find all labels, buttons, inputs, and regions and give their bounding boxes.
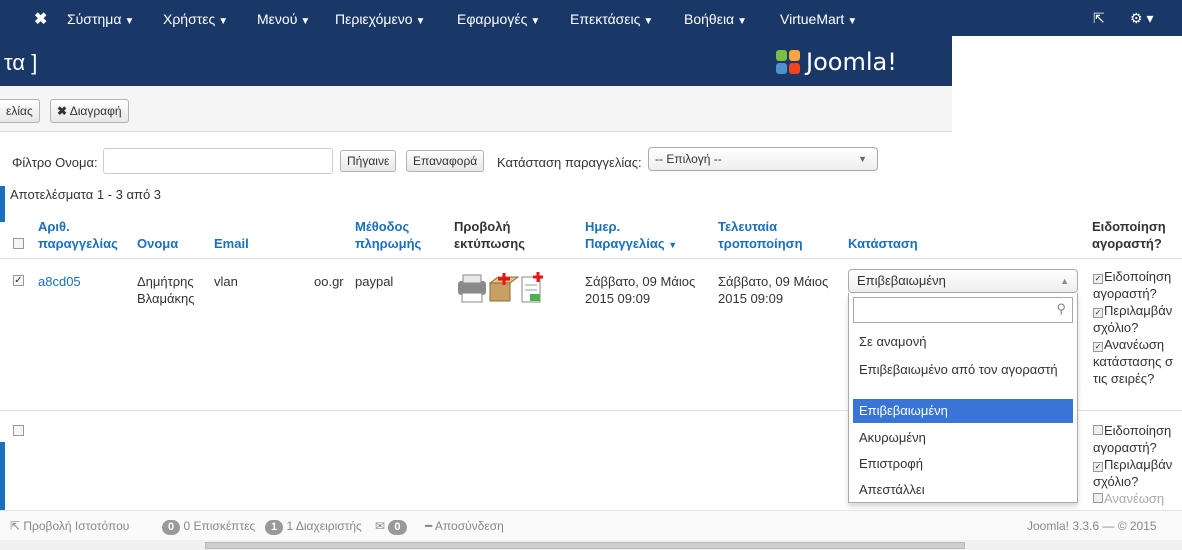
menu-system[interactable]: Σύστημα ▼ bbox=[67, 11, 134, 27]
horizontal-scrollbar[interactable] bbox=[0, 540, 1182, 550]
minus-icon: ━ bbox=[425, 519, 433, 533]
order-status-select[interactable]: Επιβεβαιωμένη ▲ bbox=[848, 269, 1078, 293]
notify-shopper-checkbox-2[interactable]: Ειδοποίηση bbox=[1093, 422, 1182, 439]
search-icon: ⚲ bbox=[1056, 301, 1066, 316]
update-lines-checkbox-2[interactable]: Ανανέωση bbox=[1093, 490, 1182, 507]
email-start: vlan bbox=[214, 274, 238, 289]
option-confirmed[interactable]: Επιβεβαιωμένη bbox=[853, 399, 1073, 423]
update-label-cont: κατάστασης σ bbox=[1093, 354, 1173, 369]
notify-options-row1: ✓ Ειδοποίηση αγοραστή? ✓ Περιλαμβάν σχόλιο… bbox=[1093, 268, 1182, 387]
messages[interactable]: ✉ 0 bbox=[375, 519, 407, 535]
filter-bar: Φίλτρο Ονομα: Πήγαινε Επαναφορά Κατάστασ… bbox=[0, 146, 952, 176]
option-shipped[interactable]: Απεστάλλει bbox=[853, 481, 1073, 498]
menu-menus[interactable]: Μενού ▼ bbox=[257, 11, 310, 27]
col-order-date[interactable]: Ημερ. Παραγγελίας ▼ bbox=[585, 218, 685, 254]
comment-label-cont-2: σχόλιο? bbox=[1093, 474, 1139, 489]
row-divider-right bbox=[1078, 410, 1182, 411]
option-confirmed-by-shopper[interactable]: Επιβεβαιωμένο από τον αγοραστή bbox=[853, 361, 1073, 378]
scrollbar-thumb[interactable] bbox=[205, 542, 965, 549]
toolbar: ελίας ✖ Διαγραφή bbox=[0, 86, 952, 132]
col-name[interactable]: Ονομα bbox=[137, 235, 178, 252]
include-comment-checkbox[interactable]: ✓ Περιλαμβάν bbox=[1093, 302, 1182, 319]
row-checkbox-2[interactable] bbox=[13, 425, 24, 436]
payment-method: paypal bbox=[355, 274, 394, 289]
external-link-icon[interactable]: ⇱ bbox=[1093, 10, 1105, 27]
name-filter-label: Φίλτρο Ονομα: bbox=[12, 155, 98, 170]
col-payment[interactable]: Μέθοδος πληρωμής bbox=[355, 218, 435, 252]
reset-button[interactable]: Επαναφορά bbox=[406, 150, 485, 172]
order-date: Σάββατο, 09 Μάιος 2015 09:09 bbox=[585, 274, 696, 306]
col-last-modified[interactable]: Τελευταία τροποποίηση bbox=[718, 218, 818, 252]
update-lines-checkbox[interactable]: ✓ Ανανέωση bbox=[1093, 336, 1182, 353]
mail-icon: ✉ bbox=[375, 519, 386, 533]
menu-components[interactable]: Εφαρμογές ▼ bbox=[457, 11, 540, 27]
notify-shopper-checkbox[interactable]: ✓ Ειδοποίηση bbox=[1093, 268, 1182, 285]
include-comment-checkbox-2[interactable]: ✓ Περιλαμβάν bbox=[1093, 456, 1182, 473]
option-pending[interactable]: Σε αναμονή bbox=[853, 333, 1073, 350]
header-divider bbox=[0, 258, 1182, 259]
option-refunded[interactable]: Επιστροφή bbox=[853, 455, 1073, 472]
col-email[interactable]: Email bbox=[214, 235, 249, 252]
status-filter-select[interactable]: -- Επιλογή -- ▼ bbox=[648, 147, 878, 171]
results-count: Αποτελέσματα 1 - 3 από 3 bbox=[10, 187, 162, 202]
page-header: τα ] Joomla! bbox=[0, 36, 952, 86]
notify-options-row2: Ειδοποίηση αγοραστή? ✓ Περιλαμβάν σχόλιο?… bbox=[1093, 422, 1182, 510]
top-navbar: ✖ Σύστημα ▼ Χρήστες ▼ Μενού ▼ Περιεχόμενο ▼ … bbox=[0, 0, 1182, 36]
row-divider bbox=[0, 410, 848, 411]
view-site-link[interactable]: ⇱ Προβολή Ιστοτόπου bbox=[10, 519, 129, 533]
status-filter-label: Κατάσταση παραγγελίας: bbox=[497, 155, 642, 170]
admins: 1 1 Διαχειριστής bbox=[265, 519, 362, 535]
joomla-menu-icon[interactable]: ✖ bbox=[34, 9, 47, 29]
menu-help[interactable]: Βοήθεια ▼ bbox=[684, 11, 747, 27]
customer-name: Δημήτρης Βλαμάκης bbox=[137, 274, 195, 306]
printer-package-invoice-icon[interactable] bbox=[456, 271, 546, 305]
name-filter-input[interactable] bbox=[103, 148, 333, 174]
gear-icon[interactable]: ⚙ ▾ bbox=[1130, 10, 1153, 27]
menu-virtuemart[interactable]: VirtueMart ▼ bbox=[780, 11, 857, 27]
left-accent bbox=[0, 186, 5, 222]
select-all-checkbox[interactable] bbox=[13, 238, 24, 249]
joomla-logo-icon bbox=[776, 50, 804, 74]
row-checkbox[interactable]: ✓ bbox=[13, 275, 24, 286]
version-info: Joomla! 3.3.6 — © 2015 bbox=[1027, 519, 1157, 533]
col-status[interactable]: Κατάσταση bbox=[848, 235, 918, 252]
status-dropdown: ⚲ Σε αναμονή Επιβεβαιωμένο από τον αγορα… bbox=[848, 293, 1078, 503]
comment-label-cont: σχόλιο? bbox=[1093, 320, 1139, 335]
col-order-number[interactable]: Αριθ. παραγγελίας bbox=[38, 218, 130, 252]
notify-label-cont-2: αγοραστή? bbox=[1093, 440, 1157, 455]
last-modified: Σάββατο, 09 Μάιος 2015 09:09 bbox=[718, 274, 829, 306]
page-title: τα ] bbox=[4, 50, 38, 75]
left-accent-2 bbox=[0, 442, 5, 512]
logout-link[interactable]: ━ Αποσύνδεση bbox=[425, 519, 504, 533]
joomla-logo: Joomla! bbox=[776, 48, 897, 76]
col-notify: Ειδοποίηση αγοραστή? bbox=[1092, 219, 1166, 251]
edit-button[interactable]: ελίας bbox=[0, 99, 40, 123]
status-bar: ⇱ Προβολή Ιστοτόπου 0 0 Επισκέπτες 1 1 Δ… bbox=[0, 510, 1182, 540]
menu-users[interactable]: Χρήστες ▼ bbox=[163, 11, 228, 27]
update-label-cont-2: τις σειρές? bbox=[1093, 371, 1155, 386]
option-cancelled[interactable]: Ακυρωμένη bbox=[853, 429, 1073, 446]
visitors: 0 0 Επισκέπτες bbox=[162, 519, 255, 535]
menu-extensions[interactable]: Επεκτάσεις ▼ bbox=[570, 11, 653, 27]
order-number-link[interactable]: a8cd05 bbox=[38, 273, 81, 290]
notify-label-cont: αγοραστή? bbox=[1093, 286, 1157, 301]
col-print-view: Προβολή εκτύπωσης bbox=[454, 219, 525, 251]
dropdown-search-input[interactable]: ⚲ bbox=[853, 297, 1073, 323]
email-end: oo.gr bbox=[314, 274, 344, 289]
menu-content[interactable]: Περιεχόμενο ▼ bbox=[335, 11, 425, 27]
delete-button[interactable]: ✖ Διαγραφή bbox=[50, 99, 129, 123]
go-button[interactable]: Πήγαινε bbox=[340, 150, 397, 172]
print-icons bbox=[456, 271, 546, 305]
